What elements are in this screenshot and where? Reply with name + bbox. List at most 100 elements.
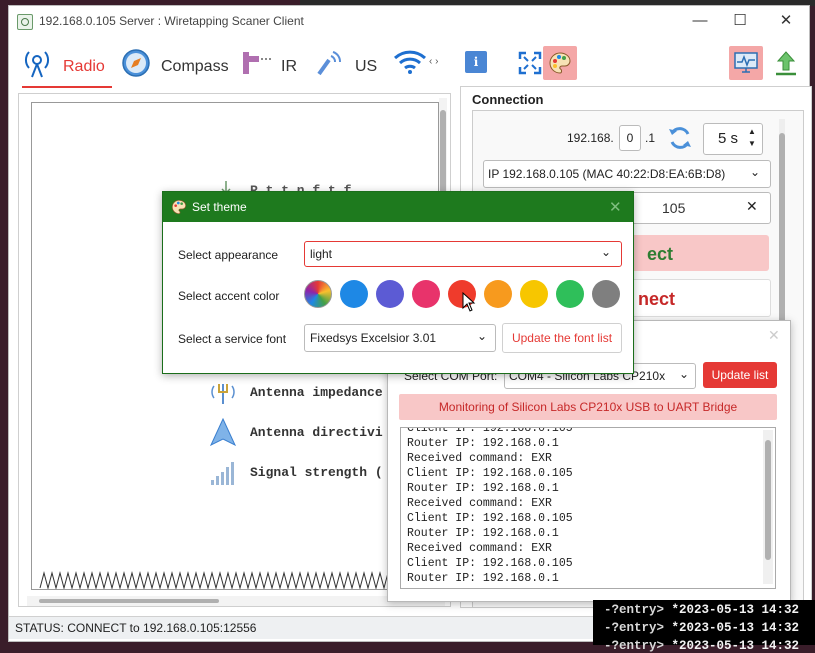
signal-strength-icon [211, 462, 234, 485]
set-theme-dialog: Set theme ✕ Select appearance light ⌄ Se… [162, 191, 634, 374]
ip-prefix: 192.168. [567, 131, 614, 145]
info-button[interactable]: i [461, 48, 491, 78]
terminal-prompt: -?entry> [604, 603, 665, 617]
active-tab-indicator [22, 86, 112, 88]
chevron-down-icon: ⌄ [601, 245, 612, 259]
spin-down-icon[interactable]: ▼ [748, 139, 756, 148]
mouse-cursor [462, 292, 476, 312]
accent-swatch[interactable] [556, 280, 584, 308]
interval-spinner[interactable]: 5 s ▲ ▼ [703, 123, 763, 155]
close-icon[interactable]: ✕ [768, 327, 780, 344]
close-icon[interactable]: ✕ [609, 198, 622, 216]
monitor-icon [734, 52, 758, 73]
tab-scroll-arrows[interactable]: ‹ › [429, 56, 438, 67]
log-line: Client IP: 192.168.0.105 [407, 427, 573, 435]
monitoring-banner: Monitoring of Silicon Labs CP210x USB to… [399, 394, 777, 420]
update-font-list-button[interactable]: Update the font list [502, 323, 622, 353]
close-button[interactable]: ✕ [763, 6, 809, 36]
terminal-window: -?entry> *2023-05-13 14:32 -?entry> *202… [593, 600, 815, 653]
tab-radio[interactable]: Radio [23, 51, 113, 78]
accent-color-label: Select accent color [178, 289, 280, 303]
spin-up-icon[interactable]: ▲ [748, 127, 756, 136]
ir-icon [243, 52, 271, 74]
terminal-prompt: -?entry> [604, 621, 665, 635]
appearance-label: Select appearance [178, 248, 279, 262]
waveform [39, 571, 433, 589]
log-line: Received command: EXR [407, 497, 552, 510]
appearance-select[interactable]: light ⌄ [304, 241, 622, 267]
connect-label: ect [647, 244, 674, 264]
connection-title: Connection [472, 92, 544, 107]
radio-row-label: Antenna directivi [250, 425, 383, 440]
scroll-thumb[interactable] [39, 599, 219, 603]
tab-wifi[interactable]: ‹ › [393, 50, 453, 78]
chevron-down-icon: ⌄ [679, 367, 690, 381]
font-value: Fixedsys Excelsior 3.01 [310, 331, 437, 345]
log-line: Router IP: 192.168.0.1 [407, 482, 559, 495]
log-line: Client IP: 192.168.0.105 [407, 557, 573, 570]
log-scrollbar[interactable] [763, 430, 773, 584]
tab-compass[interactable]: Compass [121, 49, 231, 78]
log-line: Router IP: 192.168.0.1 [407, 437, 559, 450]
serial-log[interactable]: Client IP: 192.168.0.105 Router IP: 192.… [400, 427, 776, 589]
tab-ir-label: IR [281, 58, 297, 75]
theme-button[interactable] [543, 46, 577, 80]
palette-icon [549, 52, 571, 74]
terminal-line: *2023-05-13 14:32 [671, 603, 800, 617]
disconnect-label: nect [638, 289, 676, 309]
upload-button[interactable] [771, 48, 801, 78]
window-title: 192.168.0.105 Server : Wiretapping Scane… [39, 14, 304, 28]
fullscreen-icon [518, 51, 542, 75]
clear-icon[interactable]: ✕ [746, 198, 758, 215]
title-bar: 192.168.0.105 Server : Wiretapping Scane… [9, 6, 809, 36]
tab-us[interactable]: US [315, 51, 385, 78]
ultrasound-icon [317, 51, 341, 76]
service-font-label: Select a service font [178, 332, 287, 346]
tab-compass-label: Compass [161, 58, 229, 75]
ip-suffix: .1 [645, 131, 656, 145]
radio-antenna-icon [25, 51, 49, 78]
antenna-impedance-icon [211, 384, 235, 404]
refresh-icon[interactable] [667, 125, 693, 151]
ip-octet-input[interactable]: 0 [619, 125, 641, 151]
accent-swatch[interactable] [340, 280, 368, 308]
accent-rainbow-swatch[interactable] [304, 280, 332, 308]
log-line: Client IP: 192.168.0.105 [407, 467, 573, 480]
accent-swatch[interactable] [520, 280, 548, 308]
scroll-thumb[interactable] [765, 440, 771, 560]
log-line: Router IP: 192.168.0.1 [407, 527, 559, 540]
chevron-down-icon: ⌄ [477, 329, 488, 343]
radio-horizontal-scrollbar[interactable] [27, 596, 445, 606]
status-text: STATUS: CONNECT to 192.168.0.105:12556 [15, 621, 257, 635]
antenna-directivity-icon [209, 418, 237, 446]
accent-swatch[interactable] [376, 280, 404, 308]
info-icon: i [465, 51, 487, 73]
update-list-button[interactable]: Update list [703, 362, 777, 388]
device-select[interactable]: IP 192.168.0.105 (MAC 40:22:D8:EA:6B:D8)… [483, 160, 771, 188]
app-icon [17, 14, 33, 30]
log-line: Client IP: 192.168.0.105 [407, 512, 573, 525]
log-line: Router IP: 192.168.0.1 [407, 572, 559, 585]
maximize-button[interactable]: ☐ [717, 6, 763, 36]
tab-radio-label: Radio [63, 58, 105, 75]
wifi-icon [393, 50, 427, 74]
upload-icon [776, 51, 796, 76]
accent-swatch[interactable] [412, 280, 440, 308]
dialog-header: Set theme ✕ [163, 192, 633, 222]
tab-ir[interactable]: IR [241, 52, 301, 78]
chevron-down-icon: ⌄ [750, 165, 761, 179]
log-line: Received command: EXR [407, 542, 552, 555]
terminal-line: *2023-05-13 14:32 [671, 621, 800, 635]
accent-swatch[interactable] [592, 280, 620, 308]
device-select-value: IP 192.168.0.105 (MAC 40:22:D8:EA:6B:D8) [488, 167, 726, 181]
palette-icon [172, 199, 187, 215]
interval-value: 5 s [718, 130, 739, 147]
radio-row-label: Signal strength ( [250, 465, 383, 480]
tab-us-label: US [355, 58, 378, 75]
monitor-button[interactable] [729, 46, 763, 80]
ip-field-value: 105 [662, 200, 686, 216]
radio-row-label: Antenna impedance [250, 385, 383, 400]
accent-swatch[interactable] [484, 280, 512, 308]
fullscreen-button[interactable] [515, 48, 545, 78]
font-select[interactable]: Fixedsys Excelsior 3.01 ⌄ [304, 324, 496, 352]
